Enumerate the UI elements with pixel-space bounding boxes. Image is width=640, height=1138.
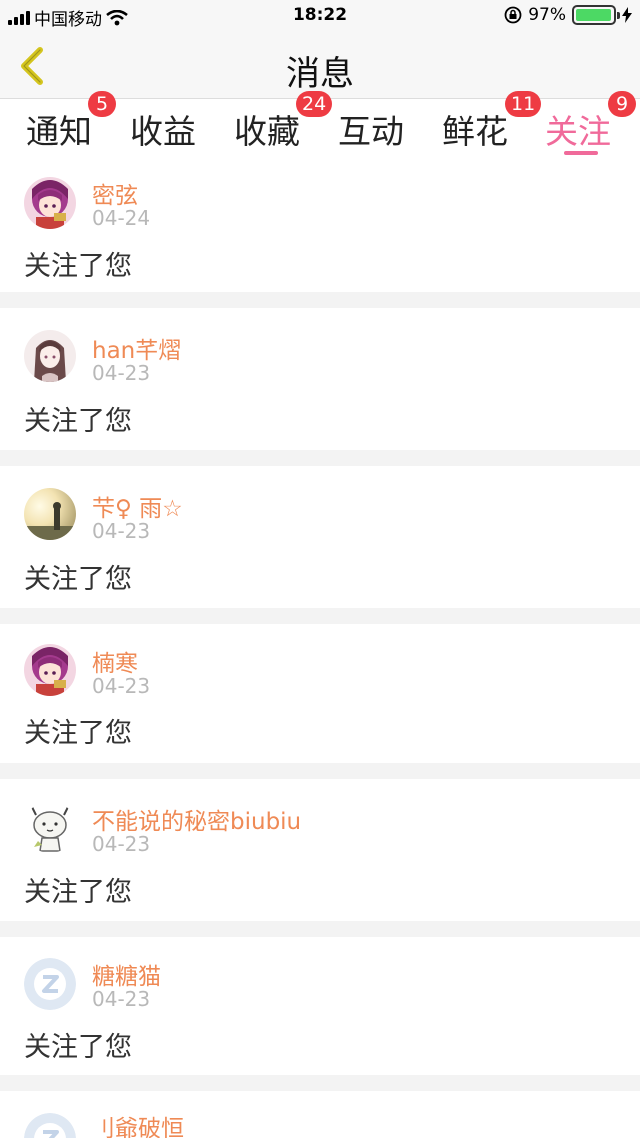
- timestamp: 04-23: [92, 519, 151, 543]
- username[interactable]: 楠寒: [92, 644, 138, 678]
- sunset-girl-avatar: [24, 488, 76, 540]
- tab-flowers-badge: 11: [505, 91, 542, 117]
- message-text: 关注了您: [24, 1032, 132, 1063]
- anime-girl-purple-avatar: [24, 644, 76, 696]
- tab-following[interactable]: 关注: [545, 105, 611, 153]
- username[interactable]: 糖糖猫: [92, 957, 161, 991]
- tab-flowers[interactable]: 鲜花: [442, 105, 508, 153]
- list-item[interactable]: 不能说的秘密biubiu 04-23 关注了您: [0, 779, 640, 921]
- timestamp: 04-23: [92, 361, 151, 385]
- list-item[interactable]: 楠寒 04-23 关注了您: [0, 624, 640, 763]
- active-tab-indicator: [564, 151, 598, 155]
- list-item[interactable]: han芊熠 04-23 关注了您: [0, 308, 640, 450]
- battery-icon: [572, 5, 620, 25]
- avatar[interactable]: [24, 1113, 76, 1138]
- divider: [0, 921, 640, 937]
- divider: [0, 1075, 640, 1091]
- tab-interaction[interactable]: 互动: [338, 105, 404, 153]
- avatar[interactable]: [24, 801, 76, 853]
- status-bar: 中国移动 18:22 97%: [0, 0, 640, 32]
- list-item[interactable]: 刂爺破恒: [0, 1091, 640, 1138]
- default-z-avatar: [24, 958, 76, 1010]
- tab-favorites[interactable]: 收藏: [234, 105, 300, 153]
- tab-notifications-badge: 5: [88, 91, 116, 117]
- timestamp: 04-23: [92, 674, 151, 698]
- username[interactable]: 芐♀ 雨☆: [92, 489, 183, 523]
- avatar[interactable]: [24, 488, 76, 540]
- tab-earnings[interactable]: 收益: [130, 105, 196, 153]
- timestamp: 04-23: [92, 987, 151, 1011]
- username[interactable]: 不能说的秘密biubiu: [92, 802, 301, 836]
- cartoon-rabbit-avatar: [24, 801, 76, 853]
- avatar[interactable]: [24, 644, 76, 696]
- message-text: 关注了您: [24, 877, 132, 908]
- divider: [0, 450, 640, 466]
- list-item[interactable]: 芐♀ 雨☆ 04-23 关注了您: [0, 466, 640, 608]
- charging-icon: [622, 7, 632, 23]
- tab-notifications[interactable]: 通知: [26, 105, 92, 153]
- battery-fill: [576, 9, 611, 21]
- anime-girl-sketch-avatar: [24, 330, 76, 382]
- divider: [0, 763, 640, 779]
- tab-favorites-badge: 24: [296, 91, 333, 117]
- avatar[interactable]: [24, 330, 76, 382]
- anime-girl-purple-avatar: [24, 177, 76, 229]
- username[interactable]: 刂爺破恒: [92, 1109, 184, 1138]
- username[interactable]: 密弦: [92, 176, 138, 210]
- list-item[interactable]: 密弦 04-24 关注了您: [0, 160, 640, 292]
- message-text: 关注了您: [24, 406, 132, 437]
- follow-list: 密弦 04-24 关注了您 han芊熠 04-23 关注了您 芐♀ 雨☆ 04-…: [0, 160, 640, 1138]
- timestamp: 04-23: [92, 832, 151, 856]
- list-item[interactable]: 糖糖猫 04-23 关注了您: [0, 937, 640, 1075]
- timestamp: 04-24: [92, 206, 151, 230]
- tab-bar: 通知 5 收益 收藏 24 互动 鲜花 11 关注 9: [0, 91, 640, 160]
- message-text: 关注了您: [24, 251, 132, 282]
- default-z-avatar: [24, 1113, 76, 1138]
- divider: [0, 608, 640, 624]
- message-text: 关注了您: [24, 564, 132, 595]
- nav-bar: 消息: [0, 32, 640, 98]
- username[interactable]: han芊熠: [92, 331, 181, 365]
- avatar[interactable]: [24, 958, 76, 1010]
- avatar[interactable]: [24, 177, 76, 229]
- tab-following-badge: 9: [608, 91, 636, 117]
- battery-percent: 97%: [528, 5, 566, 25]
- page-title: 消息: [286, 54, 354, 94]
- message-text: 关注了您: [24, 718, 132, 749]
- orientation-lock-icon: [504, 6, 522, 24]
- divider: [0, 292, 640, 308]
- status-right: 97%: [504, 5, 632, 25]
